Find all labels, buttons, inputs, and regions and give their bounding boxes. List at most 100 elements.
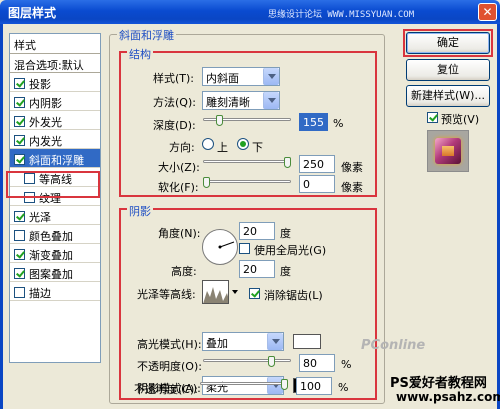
shadow-opacity-input[interactable]: 100 [296,377,332,395]
direction-label: 方向: [169,141,195,154]
direction-up-radio[interactable] [202,138,214,150]
site-name-watermark: PS爱好者教程网 [390,376,487,391]
anti-alias-checkbox[interactable] [249,288,260,299]
style-item[interactable]: 颜色叠加 [10,225,100,244]
anti-alias-label: 消除锯齿(L) [264,289,323,302]
global-light-checkbox[interactable] [239,243,250,254]
chevron-down-icon [263,68,279,85]
gloss-contour-label: 光泽等高线: [137,288,196,301]
contour-dropdown-icon[interactable] [231,286,239,298]
size-label: 大小(Z): [158,161,200,174]
highlight-mode-label: 高光模式(H): [137,338,202,351]
style-select-value: 内斜面 [206,72,239,85]
soften-label: 软化(F): [158,181,199,194]
close-button[interactable]: ✕ [478,3,497,21]
shadow-opacity-slider[interactable] [200,382,288,385]
shadow-mode-select[interactable]: 柔光 [202,376,284,395]
style-item-label: 内阴影 [29,96,62,110]
preview-label: 预览(V) [441,113,480,126]
style-item-checkbox[interactable] [14,78,25,89]
highlight-opacity-input[interactable]: 80 [299,354,335,372]
angle-dial[interactable] [202,229,238,265]
window-title: 图层样式 [8,6,57,20]
style-label: 样式(T): [153,72,195,85]
style-item[interactable]: 内阴影 [10,92,100,111]
highlight-opacity-thumb[interactable] [267,356,275,367]
style-item[interactable]: 外发光 [10,111,100,130]
style-item-checkbox[interactable] [14,116,25,127]
depth-input[interactable]: 155 [299,113,328,131]
style-list: 样式 混合选项:默认 投影 内阴影 外发光 内发光 斜面和浮雕 等高线 纹理 光泽 颜色叠加 渐变… [9,33,101,363]
gloss-contour-preview[interactable] [202,280,229,304]
highlight-mode-value: 叠加 [206,337,228,350]
highlight-opacity-unit: % [341,358,352,371]
style-item[interactable]: 投影 [10,73,100,92]
size-slider-thumb[interactable] [284,157,291,168]
style-item-checkbox[interactable] [14,211,25,222]
style-item[interactable]: 渐变叠加 [10,244,100,263]
angle-dial-pointer [218,241,235,249]
watermark-top: 思缘设计论坛 WWW.MISSYUAN.COM [268,10,415,20]
dialog-body: 样式 混合选项:默认 投影 内阴影 外发光 内发光 斜面和浮雕 等高线 纹理 光泽 颜色叠加 渐变… [0,24,500,409]
title-bar[interactable]: 图层样式 思缘设计论坛 WWW.MISSYUAN.COM ✕ [0,0,500,24]
style-item-checkbox[interactable] [14,97,25,108]
style-item-checkbox[interactable] [14,135,25,146]
size-slider[interactable] [203,160,291,163]
direction-down-radio[interactable] [237,138,249,150]
highlight-opacity-label: 不透明度(O): [137,360,202,373]
blending-options-item[interactable]: 混合选项:默认 [10,54,100,73]
preview-center [442,146,454,156]
depth-label: 深度(D): [153,119,196,132]
style-item-label: 内发光 [29,134,62,148]
style-item-label: 颜色叠加 [29,229,73,243]
soften-slider-thumb[interactable] [203,177,210,188]
site-url-watermark: www.psahz.com [396,390,500,404]
shadow-opacity-unit: % [338,381,349,394]
chevron-down-icon [263,92,279,109]
altitude-input[interactable]: 20 [239,260,275,278]
global-light-label: 使用全局光(G) [254,244,327,257]
pconline-watermark: PConline [361,338,426,353]
soften-input[interactable]: 0 [299,175,335,193]
structure-title: 结构 [127,46,153,62]
highlight-color-swatch[interactable] [293,334,321,349]
style-item[interactable]: 描边 [10,282,100,301]
chevron-down-icon [267,333,283,350]
contour-curve-icon [203,287,228,303]
style-item-label: 外发光 [29,115,62,129]
depth-unit: % [333,117,344,130]
ok-button-highlight [403,29,493,57]
preview-thumbnail [427,130,469,172]
direction-up-label: 上 [217,141,228,154]
depth-slider-thumb[interactable] [215,115,223,126]
style-item[interactable]: 图案叠加 [10,263,100,282]
style-item-label: 渐变叠加 [29,248,73,262]
style-item[interactable]: 光泽 [10,206,100,225]
style-item-checkbox[interactable] [14,154,25,165]
new-style-button[interactable]: 新建样式(W)... [406,85,490,107]
style-item-checkbox[interactable] [14,287,25,298]
altitude-label: 高度: [171,265,197,278]
angle-unit: 度 [280,227,291,240]
shading-title: 阴影 [127,203,153,219]
highlight-opacity-slider[interactable] [203,359,291,362]
style-list-header[interactable]: 样式 [10,34,100,54]
size-input[interactable]: 250 [299,155,335,173]
soften-slider[interactable] [203,180,291,183]
soften-unit: 像素 [341,181,363,194]
selected-style-highlight [6,171,100,198]
angle-input[interactable]: 20 [239,222,275,240]
technique-select[interactable]: 雕刻清晰 [202,91,280,110]
preview-checkbox[interactable] [427,112,438,123]
style-select[interactable]: 内斜面 [202,67,280,86]
style-item-checkbox[interactable] [14,230,25,241]
highlight-mode-select[interactable]: 叠加 [202,332,284,351]
technique-label: 方法(Q): [153,96,196,109]
reset-button[interactable]: 复位 [406,59,490,81]
altitude-unit: 度 [280,265,291,278]
style-item-checkbox[interactable] [14,249,25,260]
style-item-checkbox[interactable] [14,268,25,279]
style-item[interactable]: 斜面和浮雕 [10,149,100,168]
style-item[interactable]: 内发光 [10,130,100,149]
shadow-opacity-thumb[interactable] [281,379,288,390]
